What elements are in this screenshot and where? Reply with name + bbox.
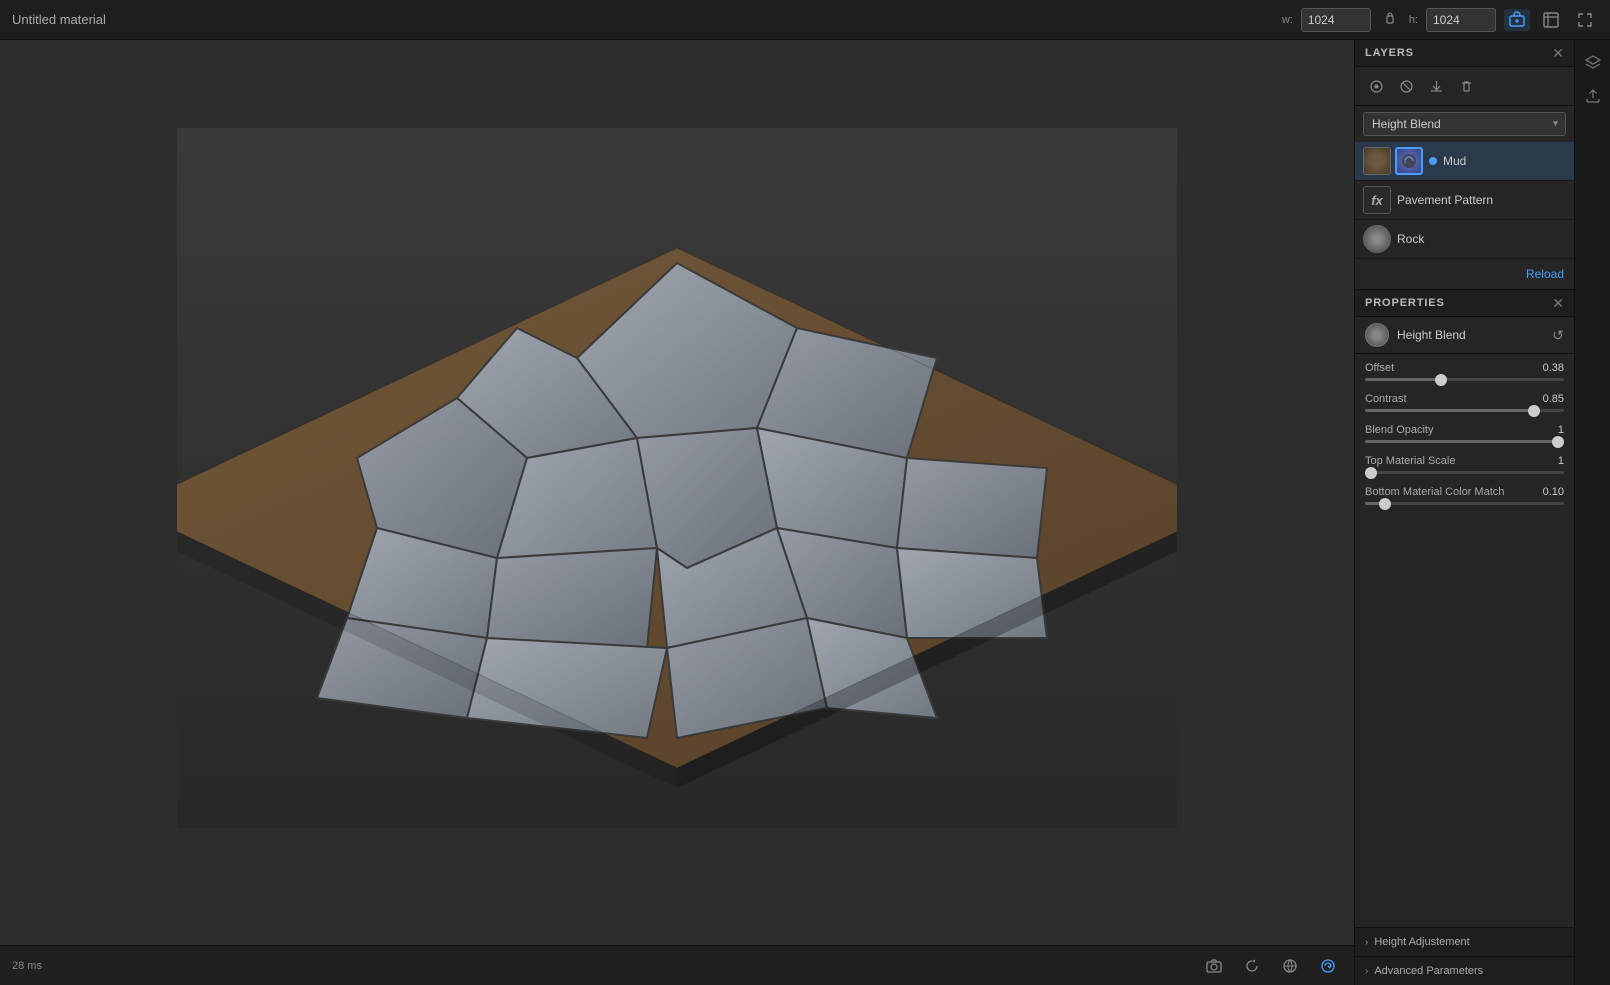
rotate-button[interactable] bbox=[1238, 952, 1266, 980]
prop-row-blend-opacity: Blend Opacity 1 bbox=[1365, 424, 1564, 443]
section-arrow-advanced-params: › bbox=[1365, 966, 1368, 977]
paint-layer-button[interactable] bbox=[1363, 73, 1389, 99]
section-toggle-height-adj[interactable]: › Height Adjustement bbox=[1355, 927, 1574, 956]
lock-aspect-button[interactable] bbox=[1379, 9, 1401, 30]
far-right-icon-export[interactable] bbox=[1579, 82, 1607, 110]
slider-thumb-bottom-material-color-match bbox=[1379, 498, 1391, 510]
layer-thumb-mud-active bbox=[1395, 147, 1423, 175]
slider-contrast[interactable] bbox=[1365, 409, 1564, 412]
far-right-bar bbox=[1574, 40, 1610, 985]
layers-panel-title: LAYERS bbox=[1365, 47, 1552, 59]
section-arrow-height-adj: › bbox=[1365, 937, 1368, 948]
prop-row-contrast: Contrast 0.85 bbox=[1365, 393, 1564, 412]
height-label: h: bbox=[1409, 14, 1418, 26]
slider-top-material-scale[interactable] bbox=[1365, 471, 1564, 474]
slider-offset[interactable] bbox=[1365, 378, 1564, 381]
layer-item-mud[interactable]: Mud bbox=[1355, 142, 1574, 181]
slider-fill-blend-opacity bbox=[1365, 440, 1564, 443]
stone-preview bbox=[177, 128, 1177, 828]
properties-panel-title: PROPERTIES bbox=[1365, 297, 1544, 309]
slider-fill-contrast bbox=[1365, 409, 1534, 412]
app-title: Untitled material bbox=[12, 12, 1270, 27]
slider-thumb-top-material-scale bbox=[1365, 467, 1377, 479]
slider-bottom-material-color-match[interactable] bbox=[1365, 502, 1564, 505]
slider-thumb-offset bbox=[1435, 374, 1447, 386]
width-label: w: bbox=[1282, 14, 1293, 26]
prop-label-top-material-scale: Top Material Scale bbox=[1365, 455, 1456, 467]
3d-view-button[interactable] bbox=[1504, 9, 1530, 31]
prop-value-contrast: 0.85 bbox=[1543, 393, 1564, 405]
prop-row-top-material-scale: Top Material Scale 1 bbox=[1365, 455, 1564, 474]
section-label-height-adj: Height Adjustement bbox=[1374, 936, 1469, 948]
layer-thumb-rock bbox=[1363, 225, 1391, 253]
section-toggle-advanced-params[interactable]: › Advanced Parameters bbox=[1355, 956, 1574, 985]
layers-panel: LAYERS ✕ bbox=[1355, 40, 1574, 290]
camera-button[interactable] bbox=[1200, 952, 1228, 980]
right-sidebar: LAYERS ✕ bbox=[1354, 40, 1574, 985]
layer-item-pavement[interactable]: fx Pavement Pattern bbox=[1355, 181, 1574, 220]
node-name: Height Blend bbox=[1397, 328, 1544, 342]
viewport[interactable]: 28 ms bbox=[0, 40, 1354, 985]
main-content: 28 ms bbox=[0, 40, 1610, 985]
node-info-row: Height Blend ↺ bbox=[1355, 317, 1574, 354]
reload-link[interactable]: Reload bbox=[1355, 259, 1574, 289]
top-bar-controls: w: 1024 512 2048 4096 h: 1024 512 2048 4… bbox=[1282, 8, 1598, 32]
prop-label-offset: Offset bbox=[1365, 362, 1394, 374]
export-layer-button[interactable] bbox=[1423, 73, 1449, 99]
properties-panel-header: PROPERTIES ✕ bbox=[1355, 290, 1574, 317]
slider-blend-opacity[interactable] bbox=[1365, 440, 1564, 443]
prop-label-contrast: Contrast bbox=[1365, 393, 1407, 405]
bottom-icons bbox=[1200, 952, 1342, 980]
blend-mode-select[interactable]: Height Blend Normal Multiply Add bbox=[1363, 112, 1566, 136]
layer-dot-mud bbox=[1429, 157, 1437, 165]
2d-view-button[interactable] bbox=[1538, 9, 1564, 31]
prop-row-offset: Offset 0.38 bbox=[1365, 362, 1564, 381]
viewport-canvas bbox=[0, 40, 1354, 985]
section-label-advanced-params: Advanced Parameters bbox=[1374, 965, 1483, 977]
prop-label-bottom-material-color-match: Bottom Material Color Match bbox=[1365, 486, 1504, 498]
width-select[interactable]: 1024 512 2048 4096 bbox=[1301, 8, 1371, 32]
prop-value-offset: 0.38 bbox=[1543, 362, 1564, 374]
far-right-icon-layers[interactable] bbox=[1579, 48, 1607, 76]
prop-row-bottom-material-color-match: Bottom Material Color Match 0.10 bbox=[1365, 486, 1564, 505]
blend-mode-wrapper: Height Blend Normal Multiply Add ▾ bbox=[1363, 112, 1566, 136]
layer-name-mud: Mud bbox=[1443, 154, 1566, 168]
height-select[interactable]: 1024 512 2048 4096 bbox=[1426, 8, 1496, 32]
fullscreen-button[interactable] bbox=[1572, 9, 1598, 31]
prop-label-blend-opacity: Blend Opacity bbox=[1365, 424, 1433, 436]
layers-toolbar bbox=[1355, 67, 1574, 106]
properties-body: Offset 0.38 Contrast 0.85 bbox=[1355, 354, 1574, 927]
viewport-bottom-bar: 28 ms bbox=[0, 945, 1354, 985]
prop-value-blend-opacity: 1 bbox=[1558, 424, 1564, 436]
layer-icon-fx: fx bbox=[1363, 186, 1391, 214]
properties-close-button[interactable]: ✕ bbox=[1552, 296, 1564, 310]
slider-thumb-contrast bbox=[1528, 405, 1540, 417]
delete-layer-button[interactable] bbox=[1453, 73, 1479, 99]
node-thumb bbox=[1365, 323, 1389, 347]
top-bar: Untitled material w: 1024 512 2048 4096 … bbox=[0, 0, 1610, 40]
layer-thumb-mud bbox=[1363, 147, 1391, 175]
layers-panel-header: LAYERS ✕ bbox=[1355, 40, 1574, 67]
layers-close-button[interactable]: ✕ bbox=[1552, 46, 1564, 60]
node-reset-button[interactable]: ↺ bbox=[1552, 327, 1564, 344]
slider-fill-offset bbox=[1365, 378, 1441, 381]
erase-layer-button[interactable] bbox=[1393, 73, 1419, 99]
slider-thumb-blend-opacity bbox=[1552, 436, 1564, 448]
layer-name-rock: Rock bbox=[1397, 232, 1566, 246]
layer-name-pavement: Pavement Pattern bbox=[1397, 193, 1566, 207]
world-button[interactable] bbox=[1276, 952, 1304, 980]
properties-panel: PROPERTIES ✕ Height Blend ↺ Offset 0.38 bbox=[1355, 290, 1574, 985]
perf-label: 28 ms bbox=[12, 960, 42, 972]
prop-value-top-material-scale: 1 bbox=[1558, 455, 1564, 467]
prop-value-bottom-material-color-match: 0.10 bbox=[1543, 486, 1564, 498]
sync-button[interactable] bbox=[1314, 952, 1342, 980]
layer-item-rock[interactable]: Rock bbox=[1355, 220, 1574, 259]
